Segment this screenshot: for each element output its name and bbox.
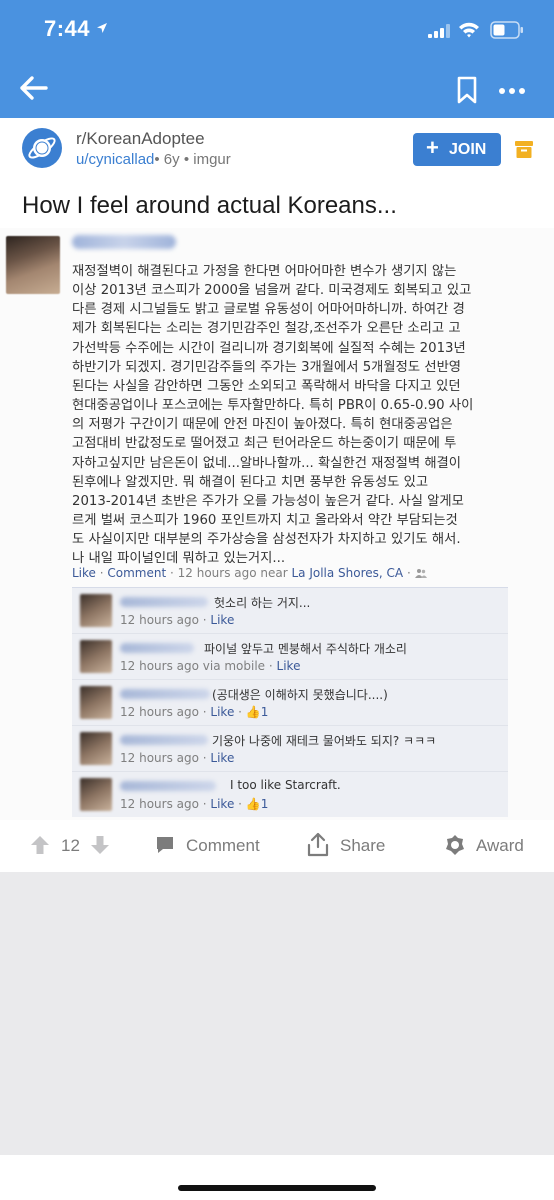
fb-comment-like: Like [210, 613, 235, 627]
friends-icon [414, 569, 427, 578]
award-icon [446, 835, 464, 855]
share-button[interactable]: Share [306, 832, 388, 858]
fb-tail: · [403, 566, 415, 580]
fb-comment: 파이널 앞두고 멘붕해서 주식하다 개소리 12 hours ago via m… [72, 634, 508, 680]
fb-comment-text: 기웅아 나중에 재테크 물어봐도 되지? ㅋㅋㅋ [212, 734, 437, 748]
thumbs-up-icon: 👍 [245, 797, 261, 811]
subreddit-avatar[interactable] [22, 128, 62, 168]
fb-comment-meta: 12 hours ago · Like [120, 751, 235, 765]
subreddit-name[interactable]: r/KoreanAdoptee [76, 129, 205, 149]
upvote-arrow-icon[interactable] [30, 835, 50, 855]
fb-comment: 헛소리 하는 거지... 12 hours ago · Like [72, 588, 508, 634]
fb-comment-avatar [80, 732, 112, 765]
post-age: • 6y • [154, 151, 194, 168]
fb-commenter-blurred [120, 597, 208, 607]
location-arrow-icon [97, 23, 107, 33]
empty-feed-area [0, 872, 554, 1155]
status-time: 7:44 [44, 16, 91, 41]
fb-location: La Jolla Shores, CA [291, 566, 404, 580]
fb-comment-avatar [80, 778, 112, 811]
post-source: imgur [193, 151, 231, 168]
battery-icon [490, 21, 523, 39]
more-options-icon[interactable] [498, 86, 526, 96]
planet-icon [28, 137, 56, 159]
bottom-safe-area [0, 1155, 554, 1200]
vote-score: 12 [61, 836, 80, 855]
award-button[interactable]: Award [444, 832, 526, 858]
fb-comment-like: Like [210, 797, 235, 811]
join-button[interactable]: + JOIN [413, 133, 501, 166]
thumbs-up-icon: 👍 [245, 705, 261, 719]
fb-comment-meta: 12 hours ago · Like · 👍1 [120, 797, 269, 811]
post-title: How I feel around actual Koreans... [22, 192, 397, 219]
fb-comment-text: (공대생은 이해하지 못했습니다....) [212, 688, 388, 702]
fb-comment-time: 12 hours ago [120, 751, 199, 765]
fb-post-text: 재정절벽이 해결된다고 가정을 한다면 어마어마한 변수가 생기지 않는 이상 … [72, 264, 474, 567]
comment-label: Comment [186, 836, 260, 855]
cellular-signal-icon [428, 24, 450, 38]
fb-commenter-blurred [120, 735, 208, 745]
fb-comment-text: 헛소리 하는 거지... [214, 596, 311, 610]
fb-comment-meta: 12 hours ago via mobile · Like [120, 659, 301, 673]
fb-comment-avatar [80, 594, 112, 627]
share-icon [307, 832, 329, 857]
fb-comment-meta: 12 hours ago · Like · 👍1 [120, 705, 269, 719]
fb-comment: (공대생은 이해하지 못했습니다....) 12 hours ago · Lik… [72, 680, 508, 726]
top-bar: 7:44 [0, 0, 554, 118]
fb-comment-time: 12 hours ago [120, 797, 199, 811]
fb-separator: · [95, 566, 108, 580]
fb-comment-time: 12 hours ago via mobile [120, 659, 266, 673]
home-indicator[interactable] [178, 1185, 376, 1191]
wifi-icon [459, 22, 479, 38]
fb-commenter-blurred [120, 643, 194, 653]
fb-timestamp: · 12 hours ago near [166, 566, 292, 580]
fb-comments: 헛소리 하는 거지... 12 hours ago · Like 파이널 앞두고… [72, 587, 508, 817]
join-label: JOIN [449, 141, 487, 158]
comment-bubble-icon [157, 837, 173, 853]
fb-comment-time: 12 hours ago [120, 705, 199, 719]
fb-comment-like: Like [210, 751, 235, 765]
fb-post-actions: Like · Comment · 12 hours ago near La Jo… [72, 566, 427, 580]
fb-comment-text: I too like Starcraft. [230, 778, 341, 792]
fb-profile-photo [6, 236, 60, 294]
fb-comment-text: 파이널 앞두고 멘붕해서 주식하다 개소리 [204, 642, 407, 656]
post-author[interactable]: u/cynicallad [76, 151, 154, 168]
fb-like-link: Like [72, 566, 96, 580]
fb-comment-like-count: 1 [260, 797, 269, 811]
fb-comment: 기웅아 나중에 재테크 물어봐도 되지? ㅋㅋㅋ 12 hours ago · … [72, 726, 508, 772]
archive-icon [515, 141, 533, 158]
plus-icon: + [426, 135, 439, 160]
fb-comment-meta: 12 hours ago · Like [120, 613, 235, 627]
fb-author-name-blurred [72, 235, 176, 249]
post-meta: u/cynicallad• 6y • imgur [76, 151, 231, 168]
fb-comment-like: Like [276, 659, 301, 673]
fb-comment-avatar [80, 686, 112, 719]
award-label: Award [476, 836, 524, 855]
fb-comment: I too like Starcraft. 12 hours ago · Lik… [72, 772, 508, 818]
back-arrow-icon[interactable] [18, 72, 52, 104]
fb-comment-like-count: 1 [260, 705, 269, 719]
fb-commenter-blurred [120, 781, 216, 791]
fb-comment-avatar [80, 640, 112, 673]
downvote-arrow-icon[interactable] [90, 835, 110, 855]
share-label: Share [340, 836, 386, 855]
fb-comment-link: Comment [107, 566, 167, 580]
bookmark-icon[interactable] [456, 76, 478, 104]
fb-comment-time: 12 hours ago [120, 613, 199, 627]
fb-comment-like: Like [210, 705, 235, 719]
comment-button[interactable]: Comment [155, 832, 265, 858]
fb-commenter-blurred [120, 689, 210, 699]
